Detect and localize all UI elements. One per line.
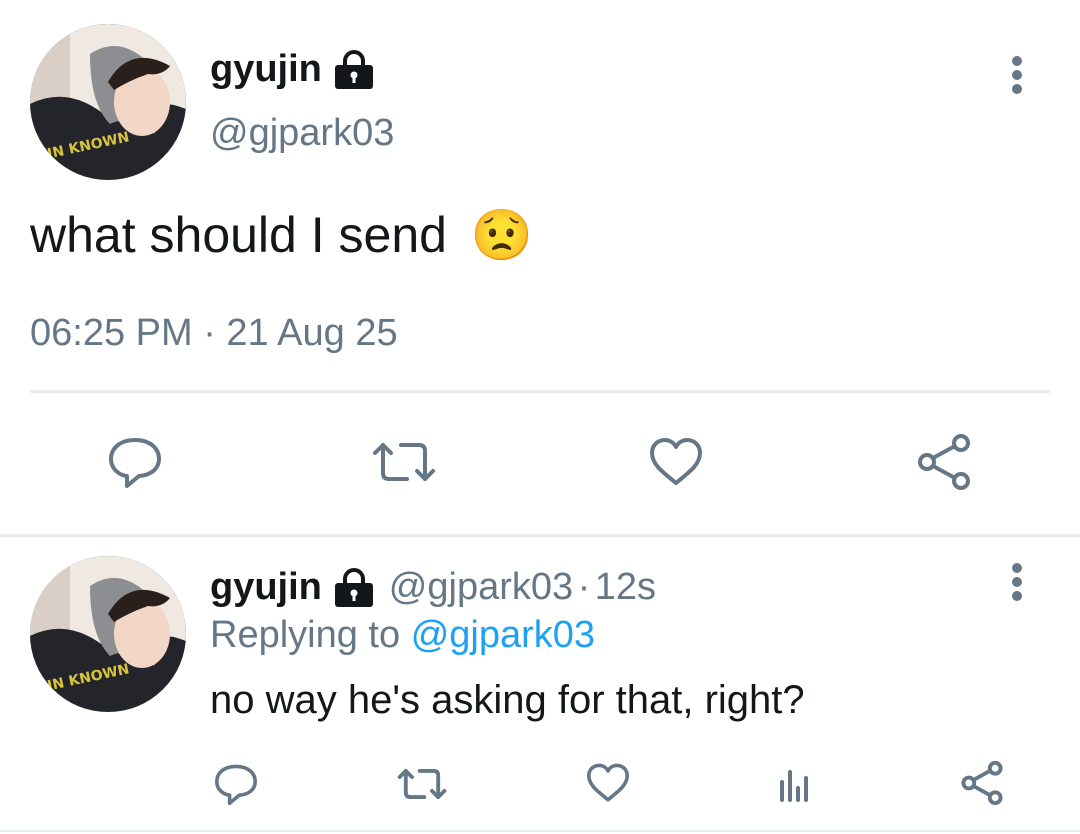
reply-button[interactable] [210, 760, 262, 808]
like-button[interactable] [644, 432, 708, 492]
share-icon [961, 760, 1003, 806]
analytics-icon [780, 770, 808, 802]
replying-to-row: Replying to @gjpark03 [210, 614, 595, 657]
tweet-text: what should I send [30, 207, 447, 263]
author-name[interactable]: gyujin [210, 566, 322, 608]
reply-text: no way he's asking for that, right? [210, 678, 805, 722]
retweet-icon [397, 768, 447, 800]
share-button[interactable] [912, 430, 976, 494]
time-ago[interactable]: 12s [595, 566, 656, 608]
avatar[interactable]: UN KNOWN [30, 556, 186, 712]
author-handle[interactable]: @gjpark03 [389, 566, 573, 608]
speech-bubble-icon [109, 438, 161, 488]
reply-button[interactable] [100, 432, 170, 492]
tweet-timestamp[interactable]: 06:25 PM · 21 Aug 25 [30, 312, 398, 355]
author-handle[interactable]: @gjpark03 [210, 112, 394, 155]
retweet-button[interactable] [366, 432, 442, 492]
worried-face-emoji: 😟 [470, 207, 534, 263]
lock-icon [332, 568, 376, 613]
retweet-icon [373, 443, 435, 481]
bottom-divider [0, 830, 1080, 832]
separator-dot: · [577, 566, 591, 608]
share-button[interactable] [958, 758, 1006, 808]
heart-icon [587, 763, 629, 802]
heart-icon [650, 438, 702, 485]
replying-to-label: Replying to [210, 614, 401, 656]
reply-header: gyujin @gjpark03 · 12s [210, 566, 656, 613]
divider [30, 390, 1050, 393]
author-name-row: gyujin [210, 48, 376, 95]
replying-to-link[interactable]: @gjpark03 [411, 614, 595, 656]
tweet-text-row: what should I send 😟 [30, 206, 533, 265]
speech-bubble-icon [215, 764, 257, 805]
more-options-icon[interactable] [1004, 562, 1030, 609]
avatar[interactable]: UN KNOWN [30, 24, 186, 180]
more-options-icon[interactable] [1004, 55, 1030, 102]
retweet-button[interactable] [394, 762, 450, 806]
author-name[interactable]: gyujin [210, 48, 322, 90]
lock-icon [332, 50, 376, 95]
share-icon [918, 434, 970, 490]
tweet-separator [0, 534, 1080, 537]
analytics-button[interactable] [772, 762, 816, 806]
like-button[interactable] [582, 760, 634, 806]
